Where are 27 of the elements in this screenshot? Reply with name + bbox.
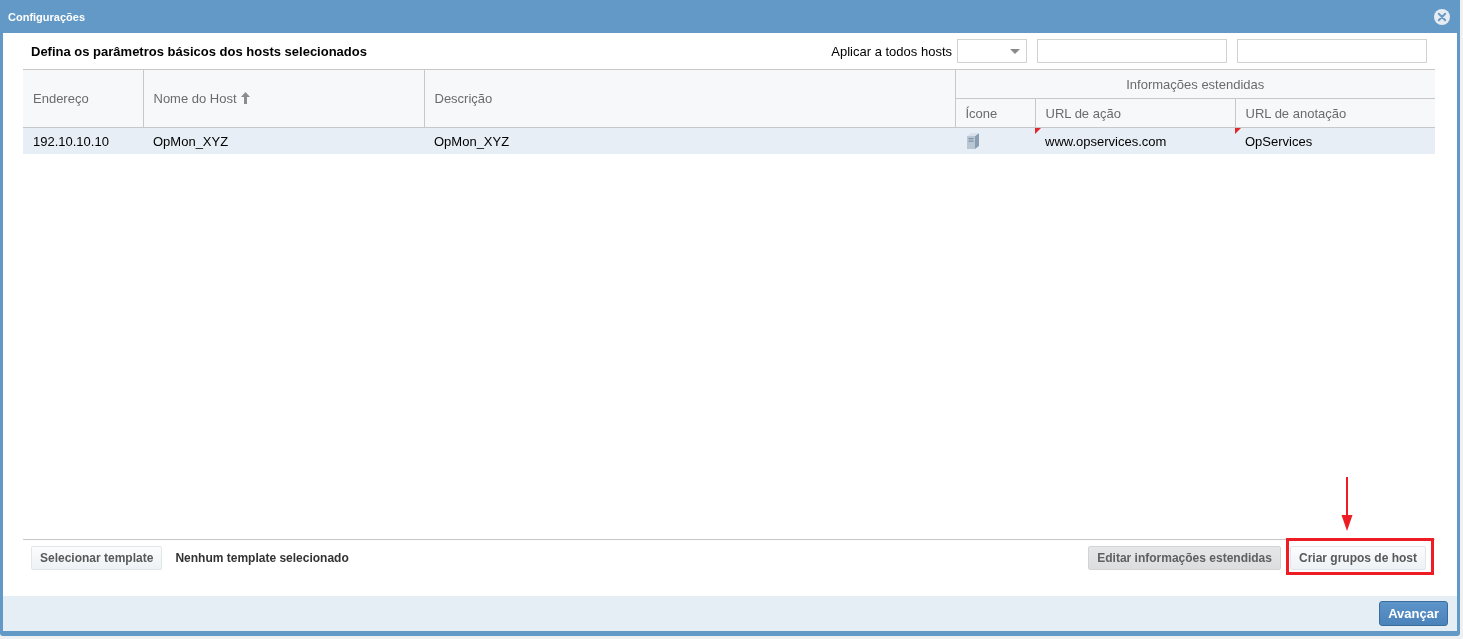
toolbar-button[interactable]: Selecionar template bbox=[31, 546, 163, 570]
column-header[interactable]: Ícone bbox=[955, 98, 1035, 128]
close-icon[interactable] bbox=[1434, 8, 1450, 25]
column-header[interactable]: Nome do Host bbox=[143, 69, 424, 128]
caret-icon bbox=[1010, 48, 1020, 54]
column-header[interactable]: URL de ação bbox=[1035, 98, 1235, 128]
table-cell: 192.10.10.10 bbox=[23, 127, 143, 154]
column-group-header: Informações estendidas bbox=[955, 69, 1435, 99]
apply-all-label: Aplicar a todos hosts bbox=[831, 43, 952, 59]
column-header[interactable]: Descrição bbox=[424, 69, 955, 128]
server-icon bbox=[966, 133, 980, 149]
table-cell: OpMon_XYZ bbox=[143, 127, 424, 154]
table-cell: OpServices bbox=[1245, 133, 1313, 149]
toolbar-button[interactable]: Criar grupos de host bbox=[1290, 546, 1426, 570]
template-status: Nenhum template selecionado bbox=[175, 551, 349, 565]
next-button[interactable]: Avançar bbox=[1379, 601, 1448, 626]
table-row[interactable]: 192.10.10.10 OpMon_XYZ OpMon_XYZ www.opservices.com OpServices bbox=[23, 127, 1435, 154]
column-header[interactable]: URL de anotação bbox=[1235, 98, 1435, 128]
window-title: Configurações bbox=[8, 10, 85, 23]
input-field[interactable] bbox=[1037, 39, 1227, 63]
section-heading: Defina os parâmetros básicos dos hosts selecionados bbox=[31, 43, 367, 59]
input-field[interactable] bbox=[1237, 39, 1427, 63]
table-cell: www.opservices.com bbox=[1045, 133, 1167, 149]
down-arrow-icon bbox=[1341, 477, 1353, 531]
column-header[interactable]: Endereço bbox=[23, 69, 143, 128]
dropdown-field[interactable] bbox=[957, 39, 1027, 63]
table-cell: OpMon_XYZ bbox=[424, 127, 955, 154]
